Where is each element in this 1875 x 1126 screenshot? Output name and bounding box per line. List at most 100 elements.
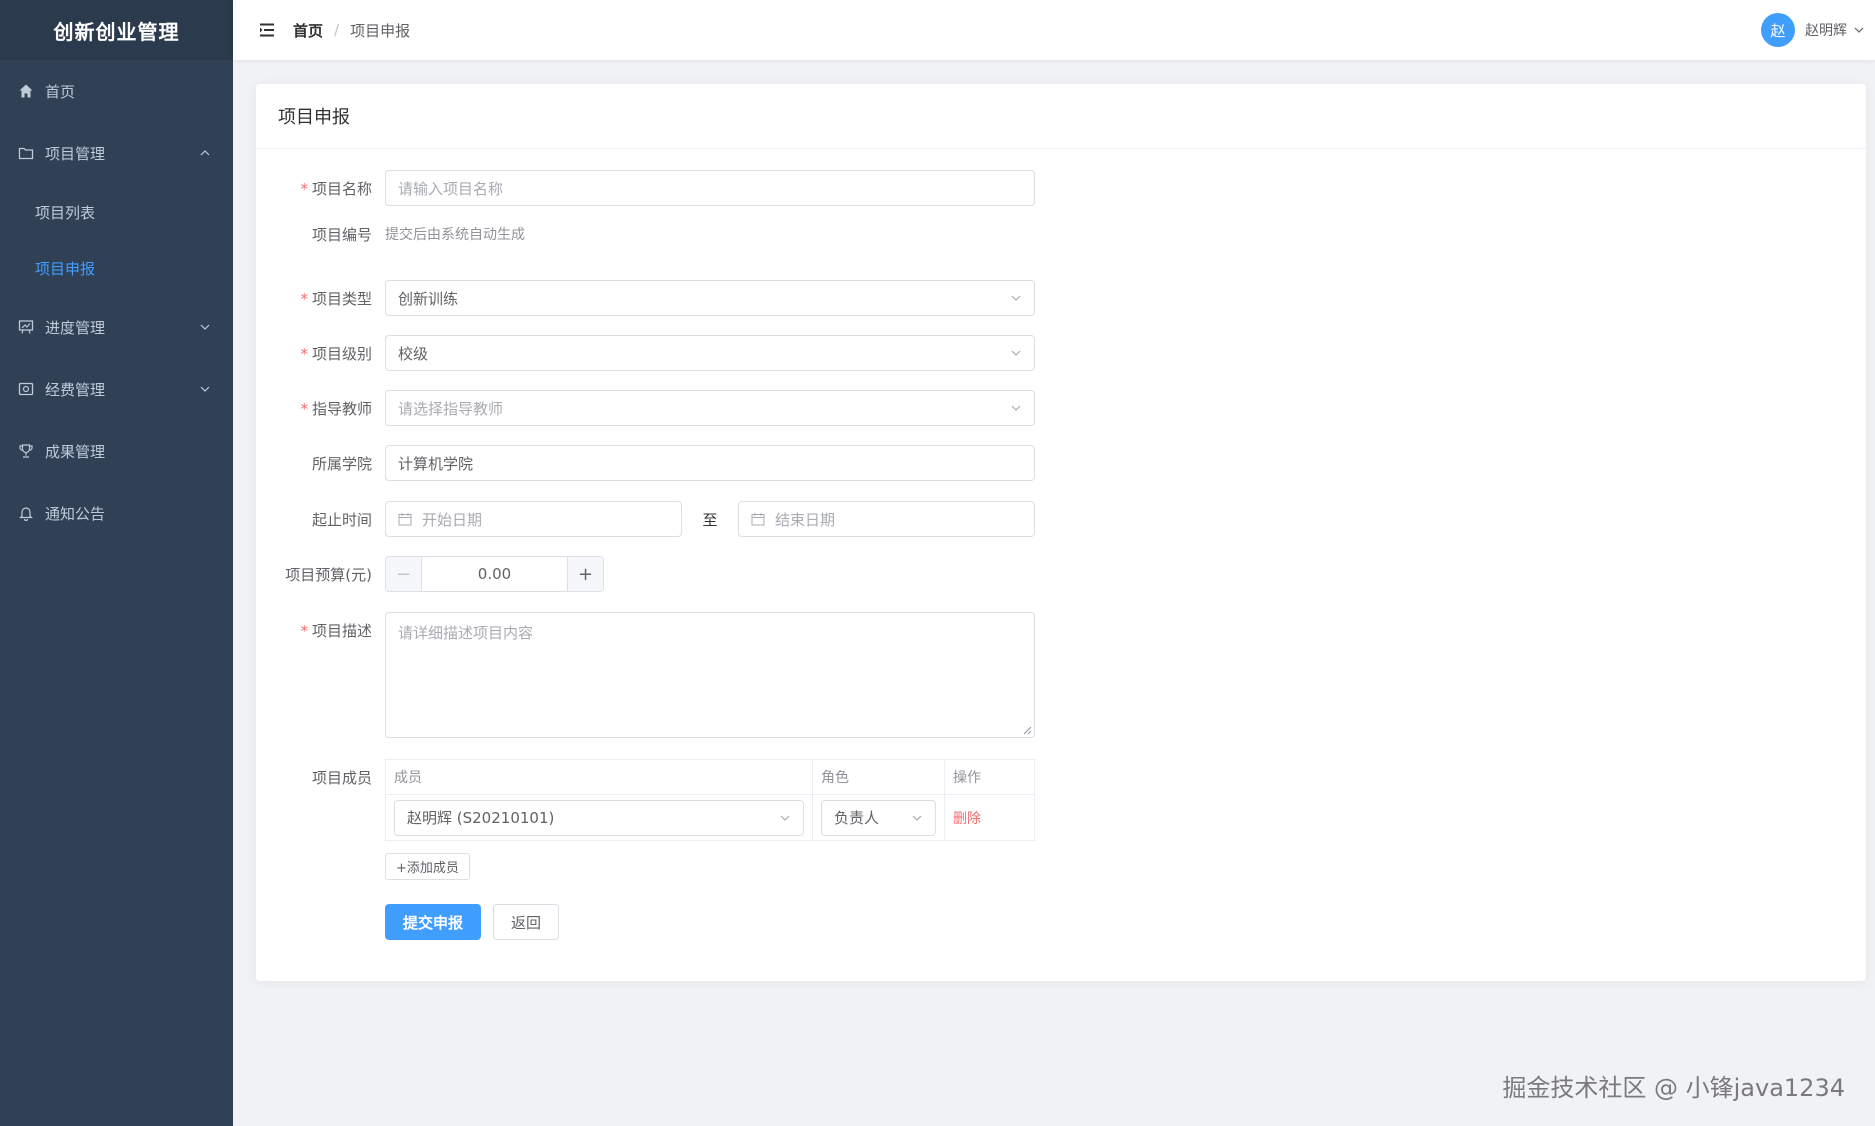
college-input[interactable]: 计算机学院 <box>385 445 1035 481</box>
back-button[interactable]: 返回 <box>493 904 560 940</box>
table-header-row: 成员 角色 操作 <box>386 760 1034 795</box>
add-member-button[interactable]: +添加成员 <box>385 853 470 880</box>
budget-value[interactable]: 0.00 <box>422 557 567 591</box>
form-row-add-member: +添加成员 <box>256 853 470 880</box>
breadcrumb-separator: / <box>334 21 340 39</box>
form-label-name: * 项目名称 <box>256 178 385 199</box>
sidebar-item-achievement-management[interactable]: 成果管理 <box>0 420 233 482</box>
form-row-teacher: * 指导教师 请选择指导教师 <box>256 390 1035 426</box>
sidebar-item-label: 成果管理 <box>45 442 106 461</box>
bell-icon <box>17 504 35 522</box>
chevron-down-icon <box>200 386 210 392</box>
sidebar-item-label: 经费管理 <box>45 380 106 399</box>
teacher-select[interactable]: 请选择指导教师 <box>385 390 1035 426</box>
sidebar-item-progress-management[interactable]: 进度管理 <box>0 296 233 358</box>
form-row-code: 项目编号 提交后由系统自动生成 <box>256 216 525 252</box>
sidebar-subitem-project-apply[interactable]: 项目申报 <box>0 240 233 296</box>
form-label-type: * 项目类型 <box>256 288 385 309</box>
label-text: 指导教师 <box>311 399 372 418</box>
chevron-down-icon <box>200 324 210 330</box>
chevron-down-icon <box>1011 295 1021 301</box>
breadcrumb-home[interactable]: 首页 <box>293 20 323 41</box>
money-icon <box>17 380 35 398</box>
chevron-down-icon <box>780 815 790 821</box>
label-text: 项目类型 <box>311 289 372 308</box>
sidebar-item-label: 项目管理 <box>45 144 106 163</box>
column-header: 成员 <box>386 760 813 794</box>
form-label-level: * 项目级别 <box>256 343 385 364</box>
sidebar: 创新创业管理 首页 项目管理 项目列表 项目申报 进度管理 经费管理 成果管理 … <box>0 0 233 1126</box>
increment-button[interactable]: + <box>567 557 603 591</box>
required-mark: * <box>300 289 308 308</box>
breadcrumb: 首页 / 项目申报 <box>293 20 410 41</box>
decrement-button[interactable]: − <box>386 557 422 591</box>
sidebar-subitem-label: 项目列表 <box>35 203 96 222</box>
description-textarea[interactable]: 请详细描述项目内容 <box>385 612 1035 738</box>
form-label-description: * 项目描述 <box>256 612 385 641</box>
app-logo: 创新创业管理 <box>0 0 233 60</box>
sidebar-item-label: 通知公告 <box>45 504 106 523</box>
project-name-input[interactable]: 请输入项目名称 <box>385 170 1035 206</box>
submit-button[interactable]: 提交申报 <box>385 904 482 940</box>
chevron-down-icon <box>1854 27 1864 33</box>
sidebar-subitem-label: 项目申报 <box>35 259 96 278</box>
label-text: 项目级别 <box>311 344 372 363</box>
form-row-members: 项目成员 成员 角色 操作 赵明辉 (S20210101) 负责人 删除 <box>256 759 1035 841</box>
select-value: 校级 <box>398 344 429 363</box>
end-date-input[interactable]: 结束日期 <box>738 501 1035 537</box>
sidebar-item-notice[interactable]: 通知公告 <box>0 482 233 544</box>
project-type-select[interactable]: 创新训练 <box>385 280 1035 316</box>
form-row-name: * 项目名称 请输入项目名称 <box>256 170 1035 206</box>
project-code-value: 提交后由系统自动生成 <box>385 227 525 243</box>
calendar-icon <box>398 513 412 526</box>
action-cell: 删除 <box>945 795 1034 840</box>
hamburger-menu-icon[interactable] <box>256 19 278 41</box>
members-table: 成员 角色 操作 赵明辉 (S20210101) 负责人 删除 <box>385 759 1035 841</box>
start-date-placeholder: 开始日期 <box>422 510 483 529</box>
required-mark: * <box>300 622 308 640</box>
table-row: 赵明辉 (S20210101) 负责人 删除 <box>386 795 1034 840</box>
project-apply-card: 项目申报 * 项目名称 请输入项目名称 项目编号 提交后由系统自动生成 * 项目类型… <box>256 84 1866 981</box>
chevron-up-icon <box>200 150 210 156</box>
select-value: 赵明辉 (S20210101) <box>407 809 555 827</box>
required-mark: * <box>300 179 308 198</box>
select-value: 负责人 <box>834 809 880 827</box>
budget-stepper: − 0.00 + <box>385 556 604 592</box>
chevron-down-icon <box>912 815 922 821</box>
home-icon <box>17 82 35 100</box>
form-label-members: 项目成员 <box>311 769 372 787</box>
role-cell: 负责人 <box>813 795 945 840</box>
column-header: 角色 <box>813 760 945 794</box>
presentation-icon <box>17 318 35 336</box>
user-name: 赵明辉 <box>1805 23 1847 39</box>
textarea-placeholder: 请详细描述项目内容 <box>398 624 534 642</box>
role-select[interactable]: 负责人 <box>821 799 936 836</box>
calendar-icon <box>751 513 765 526</box>
sidebar-item-project-management[interactable]: 项目管理 <box>0 122 233 184</box>
folder-icon <box>17 144 35 162</box>
avatar: 赵 <box>1761 13 1795 47</box>
sidebar-item-label: 首页 <box>45 82 76 101</box>
chevron-down-icon <box>1011 405 1021 411</box>
date-range-separator: 至 <box>702 510 718 529</box>
form-row-actions: 提交申报 返回 <box>256 904 560 940</box>
user-dropdown[interactable]: 赵 赵明辉 <box>1761 0 1865 60</box>
form-row-description: * 项目描述 请详细描述项目内容 <box>256 612 1035 738</box>
required-mark: * <box>300 344 308 363</box>
column-header: 操作 <box>953 770 981 786</box>
label-text: 项目描述 <box>311 622 372 640</box>
resize-handle-icon[interactable] <box>1023 726 1032 735</box>
sidebar-item-funding-management[interactable]: 经费管理 <box>0 358 233 420</box>
project-level-select[interactable]: 校级 <box>385 335 1035 371</box>
form-row-period: 起止时间 开始日期 至 结束日期 <box>256 501 1035 537</box>
chevron-down-icon <box>1011 350 1021 356</box>
form-label-code: 项目编号 <box>311 225 372 244</box>
sidebar-item-home[interactable]: 首页 <box>0 60 233 122</box>
sidebar-subitem-project-list[interactable]: 项目列表 <box>0 184 233 240</box>
form-row-level: * 项目级别 校级 <box>256 335 1035 371</box>
form-row-budget: 项目预算(元) − 0.00 + <box>256 556 604 592</box>
form-row-type: * 项目类型 创新训练 <box>256 280 1035 316</box>
member-select[interactable]: 赵明辉 (S20210101) <box>394 799 804 836</box>
start-date-input[interactable]: 开始日期 <box>385 501 682 537</box>
delete-member-link[interactable]: 删除 <box>953 808 981 828</box>
